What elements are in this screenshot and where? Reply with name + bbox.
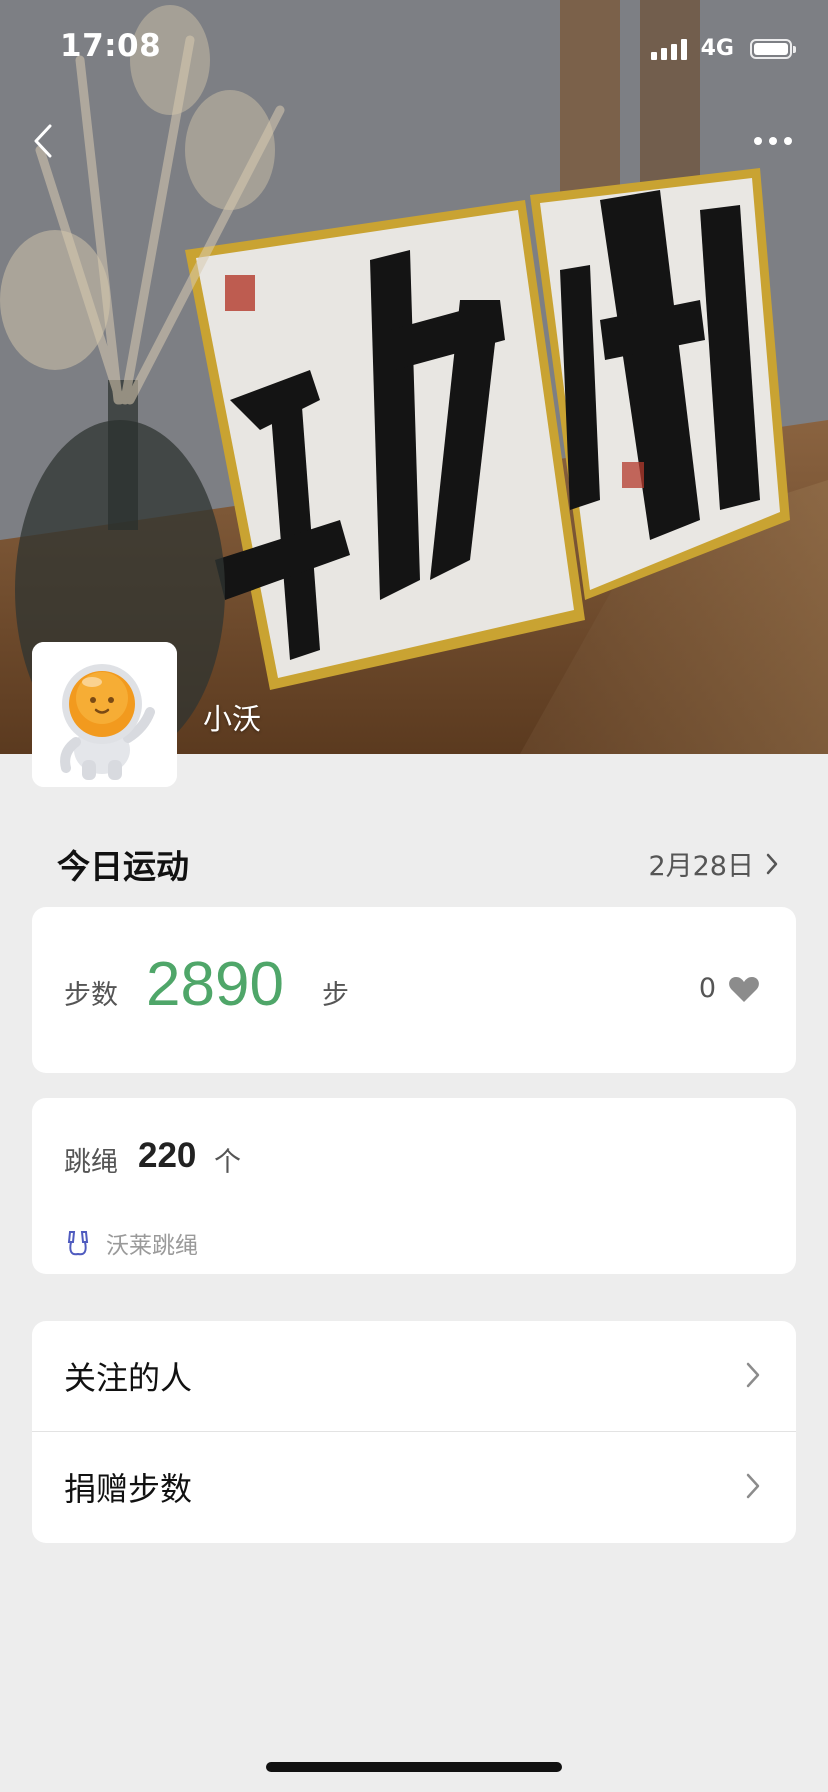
menu-item-label: 捐赠步数 xyxy=(64,1470,193,1508)
steps-value: 2890 xyxy=(146,950,284,1019)
steps-unit: 步 xyxy=(322,980,349,1011)
menu-item-following[interactable]: 关注的人 xyxy=(32,1321,796,1432)
signal-icon xyxy=(650,38,687,60)
steps-label: 步数 xyxy=(64,980,118,1011)
menu-item-donate-steps[interactable]: 捐赠步数 xyxy=(32,1432,796,1542)
chevron-right-icon xyxy=(766,853,778,874)
werun-profile-page: 17:08 4G 小沃 今日运动 2月28日 步数 2890 步 0 跳绳 22… xyxy=(0,0,828,1792)
jump-rope-card[interactable]: 跳绳 220 个 沃莱跳绳 xyxy=(32,1098,796,1274)
chevron-right-icon xyxy=(746,1473,760,1499)
date-selector[interactable]: 2月28日 xyxy=(648,844,780,883)
avatar[interactable] xyxy=(32,642,177,787)
jump-rope-source[interactable]: 沃莱跳绳 xyxy=(64,1226,198,1260)
robot-avatar-icon xyxy=(32,642,177,787)
cover-photo[interactable]: 17:08 4G 小沃 xyxy=(0,0,828,754)
jump-rope-icon xyxy=(67,1231,89,1256)
section-title-today: 今日运动 xyxy=(57,847,189,886)
status-icons: 4G xyxy=(650,36,796,61)
like-button[interactable]: 0 xyxy=(699,973,760,1004)
user-nickname: 小沃 xyxy=(203,702,262,736)
home-indicator[interactable] xyxy=(266,1762,562,1772)
like-count: 0 xyxy=(698,973,716,1004)
menu-list: 关注的人 捐赠步数 xyxy=(32,1321,796,1543)
more-button[interactable] xyxy=(748,124,798,158)
jump-rope-source-label: 沃莱跳绳 xyxy=(106,1233,198,1259)
status-time: 17:08 xyxy=(60,28,162,64)
cover-photo-illustration xyxy=(0,0,828,754)
jump-rope-unit: 个 xyxy=(214,1147,241,1178)
back-button[interactable] xyxy=(26,118,62,164)
jump-rope-label: 跳绳 xyxy=(64,1147,118,1178)
battery-icon xyxy=(750,38,796,59)
date-label: 2月28日 xyxy=(648,851,754,882)
chevron-left-icon xyxy=(34,124,52,158)
jump-rope-value: 220 xyxy=(138,1136,197,1175)
more-dots-icon xyxy=(754,137,792,145)
network-type: 4G xyxy=(700,36,734,61)
chevron-right-icon xyxy=(746,1362,760,1388)
steps-card[interactable]: 步数 2890 步 0 xyxy=(32,907,796,1073)
heart-icon xyxy=(729,976,759,1002)
menu-item-label: 关注的人 xyxy=(64,1359,193,1397)
